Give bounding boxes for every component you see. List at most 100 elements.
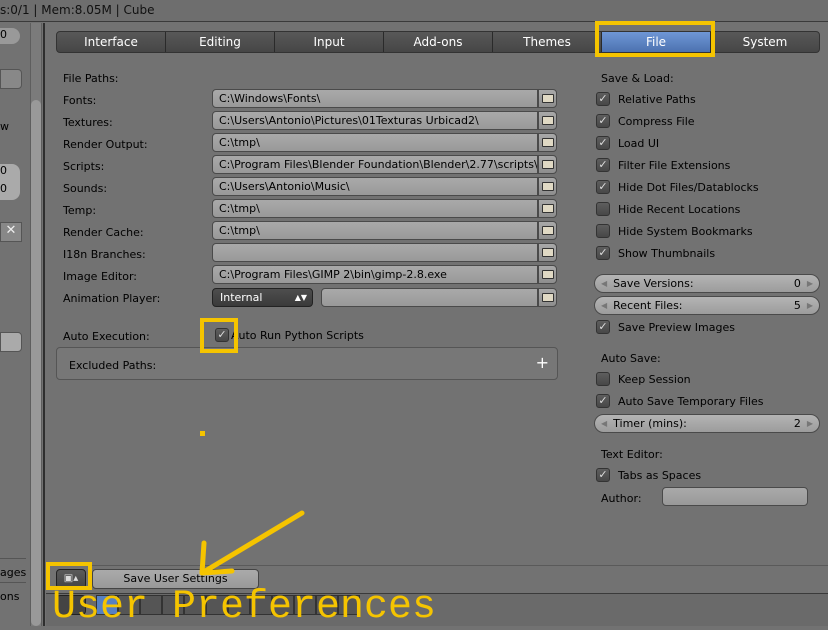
animation-player-select[interactable]: Internal ▲▼	[212, 288, 313, 307]
left-field[interactable]: 0	[0, 28, 20, 44]
folder-button[interactable]	[538, 89, 557, 108]
left-num[interactable]: 0	[0, 182, 20, 200]
save-load-checkbox[interactable]: ✓ Load UI	[596, 136, 659, 150]
save-load-checkbox[interactable]: Hide System Bookmarks	[596, 224, 753, 238]
check-icon: ✓	[596, 394, 610, 408]
check-icon: ✓	[596, 92, 610, 106]
tab-addons[interactable]: Add-ons	[384, 32, 493, 52]
left-value: 0	[0, 28, 7, 41]
checkbox-label: Compress File	[618, 114, 695, 128]
annotation-dot	[200, 431, 205, 436]
save-versions-field[interactable]: ◀ Save Versions: 0 ▶	[594, 274, 820, 293]
left-button[interactable]	[0, 332, 22, 352]
save-load-checkbox[interactable]: ✓ Show Thumbnails	[596, 246, 715, 260]
folder-button[interactable]	[538, 155, 557, 174]
field-label: Timer (mins):	[613, 417, 687, 430]
path-input[interactable]: C:\Windows\Fonts\	[212, 89, 538, 108]
field-value: 5	[793, 299, 801, 312]
folder-button[interactable]	[538, 177, 557, 196]
path-label: Image Editor:	[63, 270, 138, 283]
save-load-checkbox[interactable]: ✓ Filter File Extensions	[596, 158, 730, 172]
folder-icon	[541, 226, 554, 235]
path-input[interactable]: C:\tmp\	[212, 199, 538, 218]
tab-system[interactable]: System	[711, 32, 819, 52]
path-input[interactable]	[212, 243, 538, 262]
excluded-paths-label: Excluded Paths:	[69, 359, 157, 372]
checkbox-label: Load UI	[618, 136, 660, 150]
auto-save-temp-checkbox[interactable]: ✓ Auto Save Temporary Files	[596, 394, 764, 408]
checkbox-box	[596, 372, 610, 386]
folder-button[interactable]	[538, 243, 557, 262]
path-label: I18n Branches:	[63, 248, 146, 261]
path-label: Temp:	[63, 204, 97, 217]
checkbox-box	[596, 202, 610, 216]
left-num[interactable]: 0	[0, 164, 20, 182]
folder-icon	[541, 116, 554, 125]
folder-button[interactable]	[538, 199, 557, 218]
path-input[interactable]: C:\tmp\	[212, 133, 538, 152]
tab-input[interactable]: Input	[275, 32, 384, 52]
path-input[interactable]: C:\Users\Antonio\Music\	[212, 177, 538, 196]
save-load-heading: Save & Load:	[601, 72, 674, 85]
path-label: Render Cache:	[63, 226, 144, 239]
auto-execution-label: Auto Execution:	[63, 330, 150, 343]
left-panel: 0 w 0 0 ✕ ages ons	[0, 23, 28, 626]
eyedropper-icon[interactable]	[0, 69, 22, 89]
folder-button[interactable]	[538, 133, 557, 152]
auto-save-heading: Auto Save:	[601, 352, 661, 365]
check-icon: ✓	[596, 320, 610, 334]
checkbox-label: Show Thumbnails	[618, 246, 716, 260]
checkbox-label: Relative Paths	[618, 92, 696, 106]
save-load-checkbox[interactable]: Hide Recent Locations	[596, 202, 740, 216]
field-value: 0	[793, 277, 801, 290]
tab-editing[interactable]: Editing	[166, 32, 275, 52]
tab-themes[interactable]: Themes	[493, 32, 602, 52]
save-load-checkbox[interactable]: ✓ Relative Paths	[596, 92, 696, 106]
author-input[interactable]	[662, 487, 808, 506]
author-label: Author:	[601, 492, 642, 505]
path-label: Render Output:	[63, 138, 148, 151]
timer-field[interactable]: ◀ Timer (mins): 2 ▶	[594, 414, 820, 433]
path-label: Scripts:	[63, 160, 105, 173]
annotation-box-checkbox	[200, 318, 238, 353]
left-label: ages	[0, 558, 26, 579]
checkbox-label: Save Preview Images	[618, 320, 735, 334]
plus-icon[interactable]: +	[536, 353, 549, 372]
folder-button[interactable]	[538, 111, 557, 130]
check-icon: ✓	[596, 114, 610, 128]
tab-interface[interactable]: Interface	[57, 32, 166, 52]
path-input[interactable]: C:\Users\Antonio\Pictures\01Texturas Urb…	[212, 111, 538, 130]
check-icon: ✓	[596, 136, 610, 150]
field-label: Save Versions:	[613, 277, 694, 290]
checkbox-label: Keep Session	[618, 372, 691, 386]
select-value: Internal	[220, 291, 263, 304]
folder-button[interactable]	[538, 221, 557, 240]
checkbox-label: Auto Save Temporary Files	[618, 394, 764, 408]
folder-icon	[541, 270, 554, 279]
path-label: Sounds:	[63, 182, 108, 195]
save-load-checkbox[interactable]: ✓ Compress File	[596, 114, 695, 128]
check-icon: ✓	[596, 468, 610, 482]
scrollbar-thumb[interactable]	[31, 100, 41, 626]
close-icon[interactable]: ✕	[0, 222, 22, 242]
animation-player-label: Animation Player:	[63, 292, 161, 305]
checkbox-label: Tabs as Spaces	[618, 468, 702, 482]
folder-icon	[541, 293, 554, 302]
excluded-paths-panel[interactable]: Excluded Paths: +	[56, 347, 558, 380]
dropdown-arrows-icon: ▲▼	[294, 293, 307, 302]
recent-files-field[interactable]: ◀ Recent Files: 5 ▶	[594, 296, 820, 315]
save-load-checkbox[interactable]: ✓ Hide Dot Files/Datablocks	[596, 180, 759, 194]
tabs-as-spaces-checkbox[interactable]: ✓ Tabs as Spaces	[596, 468, 701, 482]
check-icon: ✓	[596, 246, 610, 260]
folder-button[interactable]	[538, 288, 557, 307]
path-input[interactable]: C:\Program Files\GIMP 2\bin\gimp-2.8.exe	[212, 265, 538, 284]
animation-player-path[interactable]	[321, 288, 538, 307]
folder-button[interactable]	[538, 265, 557, 284]
folder-icon	[541, 248, 554, 257]
save-preview-checkbox[interactable]: ✓ Save Preview Images	[596, 320, 735, 334]
checkbox-label: Hide System Bookmarks	[618, 224, 753, 238]
path-label: Textures:	[63, 116, 113, 129]
path-input[interactable]: C:\tmp\	[212, 221, 538, 240]
path-input[interactable]: C:\Program Files\Blender Foundation\Blen…	[212, 155, 538, 174]
keep-session-checkbox[interactable]: Keep Session	[596, 372, 691, 386]
